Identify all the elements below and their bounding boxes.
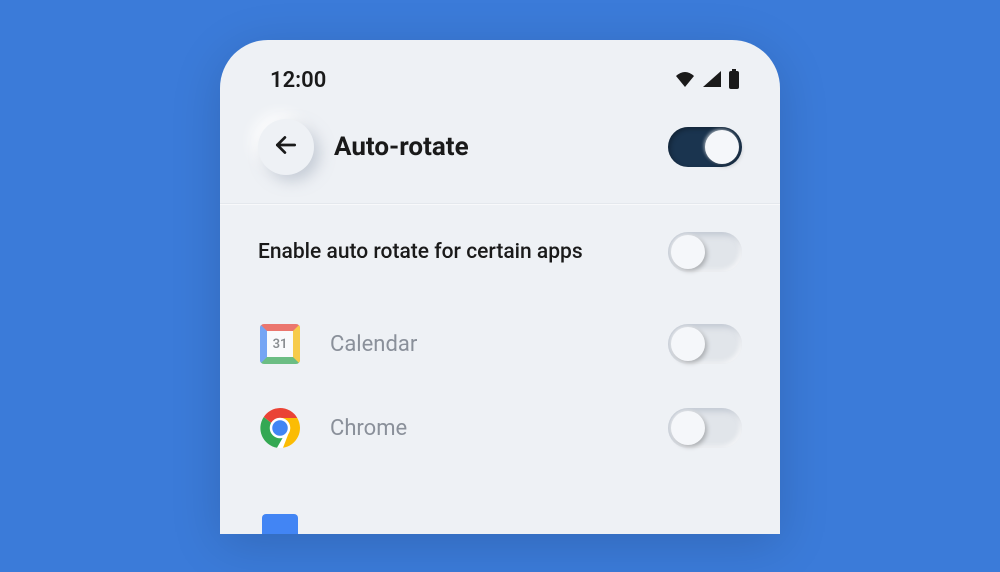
app-row-partial <box>258 470 742 534</box>
chrome-app-icon <box>258 406 302 450</box>
enable-per-app-label: Enable auto rotate for certain apps <box>258 240 583 264</box>
docs-app-icon <box>258 490 302 534</box>
chrome-toggle[interactable] <box>668 408 742 448</box>
status-icons <box>674 69 740 93</box>
signal-icon <box>702 70 722 92</box>
calendar-toggle[interactable] <box>668 324 742 364</box>
enable-per-app-toggle[interactable] <box>668 232 742 272</box>
status-time: 12:00 <box>270 68 326 93</box>
toggle-thumb <box>671 411 705 445</box>
arrow-left-icon <box>273 132 299 162</box>
phone-frame: 12:00 Auto-rotate Enable auto rot <box>220 40 780 534</box>
app-row-chrome: Chrome <box>258 386 742 470</box>
content: Enable auto rotate for certain apps 31 C… <box>220 204 780 534</box>
enable-per-app-row: Enable auto rotate for certain apps <box>258 232 742 272</box>
auto-rotate-toggle[interactable] <box>668 127 742 167</box>
wifi-icon <box>674 70 696 92</box>
app-label: Calendar <box>330 332 417 357</box>
calendar-day-number: 31 <box>260 324 300 364</box>
status-bar: 12:00 <box>220 50 780 101</box>
toggle-thumb <box>671 235 705 269</box>
page-title: Auto-rotate <box>334 132 648 162</box>
battery-icon <box>728 69 740 93</box>
settings-header: Auto-rotate <box>220 101 780 203</box>
toggle-thumb <box>671 327 705 361</box>
toggle-thumb <box>705 130 739 164</box>
calendar-app-icon: 31 <box>258 322 302 366</box>
back-button[interactable] <box>258 119 314 175</box>
app-label: Chrome <box>330 416 407 441</box>
app-row-calendar: 31 Calendar <box>258 302 742 386</box>
